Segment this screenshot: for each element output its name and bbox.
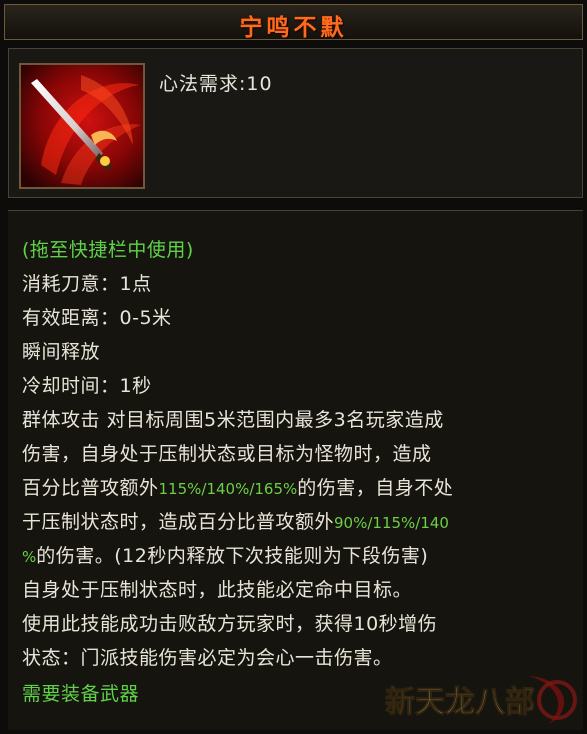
skill-tooltip: 宁鸣不默 心法需求:10 (拖至快捷栏中使用) 消耗刀意：1点 有效距离：0-5…	[0, 0, 587, 734]
stat-range: 有效距离：0-5米	[22, 307, 172, 329]
skill-icon	[19, 63, 145, 189]
description-line-8: 状态：门派技能伤害必定为会心一击伤害。	[22, 647, 393, 669]
description-line-2: 伤害，自身处于压制状态或目标为怪物时，造成	[22, 443, 432, 465]
description-line-3: 百分比普攻额外115%/140%/165%的伤害，自身不处	[22, 473, 453, 500]
description-text: 百分比普攻额外	[22, 477, 159, 499]
mental-method-requirement: 心法需求:10	[159, 73, 273, 95]
description-line-1: 群体攻击 对目标周围5米范围内最多3名玩家造成	[22, 409, 444, 431]
stat-cast: 瞬间释放	[22, 341, 101, 363]
watermark-text: 新天龙八部	[385, 685, 535, 720]
description-text: 的伤害。(12秒内释放下次技能则为下段伤害)	[36, 545, 429, 567]
skill-body-panel: (拖至快捷栏中使用) 消耗刀意：1点 有效距离：0-5米 瞬间释放 冷却时间：1…	[8, 210, 583, 730]
tooltip-title-bar: 宁鸣不默	[4, 4, 583, 41]
description-line-7: 使用此技能成功击败敌方玩家时，获得10秒增伤	[22, 613, 438, 635]
description-text: 的伤害，自身不处	[297, 477, 454, 499]
stat-cost: 消耗刀意：1点	[22, 273, 152, 295]
description-text: 于压制状态时，造成百分比普攻额外	[22, 511, 335, 533]
crimson-blade-slash-icon	[21, 65, 143, 187]
damage-percent-highlight: 90%/115%/140	[334, 514, 449, 532]
damage-percent-highlight: %	[22, 548, 37, 566]
skill-title: 宁鸣不默	[239, 14, 348, 41]
weapon-requirement: 需要装备武器	[22, 683, 140, 705]
description-line-4: 于压制状态时，造成百分比普攻额外90%/115%/140	[22, 507, 449, 534]
description-line-5: %的伤害。(12秒内释放下次技能则为下段伤害)	[22, 541, 428, 568]
damage-percent-highlight: 115%/140%/165%	[158, 480, 298, 498]
game-logo-watermark: 新天龙八部	[385, 676, 577, 724]
stat-cooldown: 冷却时间：1秒	[22, 375, 152, 397]
skill-header-panel: 心法需求:10	[8, 48, 583, 198]
usage-hint: (拖至快捷栏中使用)	[22, 239, 194, 261]
description-line-6: 自身处于压制状态时，此技能必定命中目标。	[22, 579, 413, 601]
